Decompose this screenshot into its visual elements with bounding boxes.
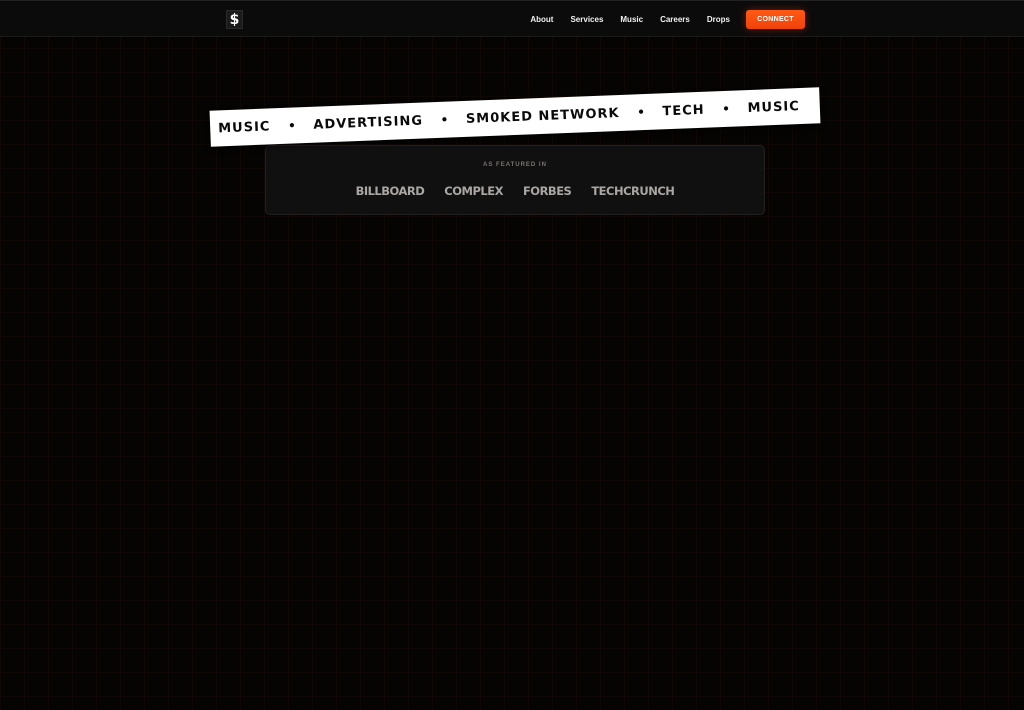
ticker-separator: • — [440, 112, 449, 127]
connect-button[interactable]: CONNECT — [746, 10, 805, 29]
top-navbar: $ About Services Music Careers Drops CON… — [0, 0, 1024, 37]
featured-in-panel: AS FEATURED IN BILLBOARD COMPLEX FORBES … — [265, 145, 765, 215]
featured-logos: BILLBOARD COMPLEX FORBES TECHCRUNCH — [266, 184, 764, 198]
featured-label: AS FEATURED IN — [483, 162, 547, 168]
ticker-item: TECH — [662, 102, 705, 119]
ticker-separator: • — [287, 118, 296, 133]
ticker-item: SM0KED NETWORK — [465, 105, 620, 127]
ticker-item: ADVERTISING — [313, 113, 424, 133]
ticker-item: MUSIC — [217, 118, 271, 136]
nav-links: About Services Music Careers Drops — [530, 1, 730, 38]
ticker-item: MUSIC — [747, 98, 801, 116]
nav-link-careers[interactable]: Careers — [660, 15, 690, 24]
nav-link-music[interactable]: Music — [620, 15, 643, 24]
nav-link-about[interactable]: About — [530, 15, 553, 24]
dollar-logo-icon[interactable]: $ — [226, 10, 243, 29]
featured-logo-techcrunch: TECHCRUNCH — [591, 184, 675, 198]
ticker-separator: • — [636, 105, 646, 120]
nav-link-services[interactable]: Services — [570, 15, 603, 24]
featured-logo-billboard: BILLBOARD — [355, 184, 425, 198]
ticker-separator: • — [722, 101, 731, 117]
marquee-ticker: MUSIC • ADVERTISING • SM0KED NETWORK • T… — [209, 87, 821, 147]
featured-logo-complex: COMPLEX — [444, 184, 503, 198]
featured-logo-forbes: FORBES — [522, 184, 572, 198]
nav-link-drops[interactable]: Drops — [707, 15, 730, 24]
